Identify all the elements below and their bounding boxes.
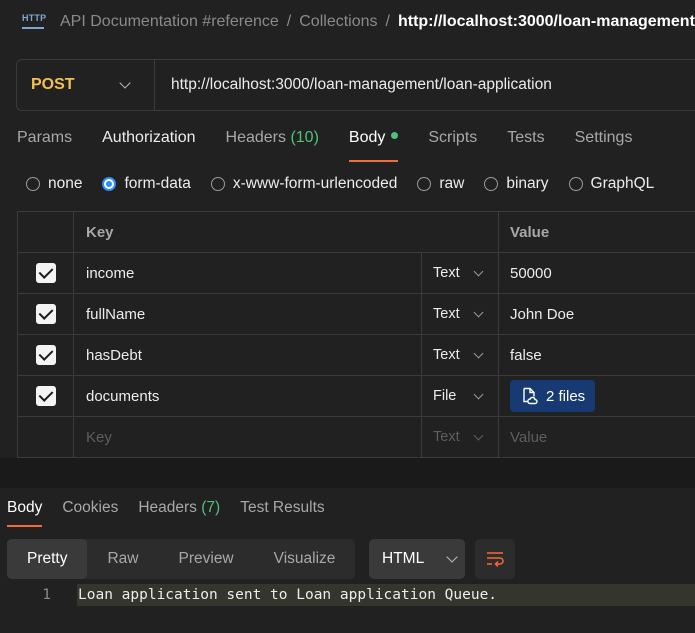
table-row: hasDebt Text false — [17, 335, 695, 376]
code-text[interactable]: Loan application sent to Loan applicatio… — [77, 584, 695, 606]
tab-body[interactable]: Body — [348, 129, 399, 162]
row-key[interactable]: fullName — [86, 306, 145, 323]
row-checkbox[interactable] — [35, 386, 56, 406]
row-key[interactable]: documents — [86, 388, 159, 405]
tab-settings[interactable]: Settings — [575, 129, 633, 154]
file-cloud-icon — [523, 387, 538, 405]
format-preview[interactable]: Preview — [159, 539, 254, 579]
response-tab-test-results[interactable]: Test Results — [240, 499, 324, 517]
new-type-select[interactable]: Text — [421, 417, 498, 457]
row-type-select[interactable]: Text — [421, 294, 498, 334]
breadcrumb-current-request[interactable]: http://localhost:3000/loan-management/ — [398, 13, 695, 31]
language-select[interactable]: HTML — [369, 539, 465, 579]
chevron-down-icon — [473, 266, 484, 276]
body-type-radio-group: none form-data x-www-form-urlencoded raw… — [26, 175, 674, 193]
radio-none[interactable]: none — [26, 175, 82, 193]
breadcrumb-item-api-docs[interactable]: API Documentation #reference — [60, 13, 279, 31]
radio-form-data[interactable]: form-data — [102, 175, 191, 193]
method-label: POST — [31, 76, 75, 93]
table-header-row: Key Value — [17, 212, 695, 253]
request-bar: POST http://localhost:3000/loan-manageme… — [16, 59, 695, 111]
files-button[interactable]: 2 files — [510, 380, 596, 412]
wrap-lines-icon — [487, 552, 504, 568]
table-row: fullName Text John Doe — [17, 294, 695, 335]
response-headers-count: (7) — [201, 499, 221, 516]
chevron-down-icon — [473, 430, 484, 440]
response-code-line: 1 Loan application sent to Loan applicat… — [0, 584, 695, 606]
tab-params[interactable]: Params — [17, 129, 72, 154]
row-key[interactable]: hasDebt — [86, 347, 142, 364]
table-row: documents File 2 files — [17, 376, 695, 417]
column-header-value: Value — [498, 212, 695, 252]
files-count-label: 2 files — [546, 387, 586, 405]
chevron-down-icon — [473, 348, 484, 358]
response-tab-headers[interactable]: Headers (7) — [138, 499, 220, 517]
tab-headers[interactable]: Headers (10) — [226, 129, 319, 154]
url-input[interactable]: http://localhost:3000/loan-management/lo… — [155, 76, 552, 94]
radio-graphql[interactable]: GraphQL — [568, 175, 654, 193]
language-label: HTML — [382, 550, 425, 567]
row-checkbox[interactable] — [35, 304, 56, 324]
tab-authorization[interactable]: Authorization — [102, 129, 195, 154]
radio-raw[interactable]: raw — [417, 175, 464, 193]
response-tab-cookies[interactable]: Cookies — [62, 499, 118, 517]
radio-binary[interactable]: binary — [484, 175, 549, 193]
new-value-input[interactable]: Value — [510, 429, 547, 446]
row-type-select[interactable]: Text — [421, 335, 498, 375]
line-number: 1 — [42, 587, 51, 603]
request-tabs: Params Authorization Headers (10) Body S… — [17, 129, 662, 162]
row-value[interactable]: false — [510, 347, 542, 364]
form-data-table: Key Value income Text 50000 fullName Tex… — [17, 211, 695, 458]
row-checkbox[interactable] — [35, 345, 56, 365]
response-tabs: Body Cookies Headers (7) Test Results — [7, 499, 345, 527]
headers-count: (10) — [290, 129, 319, 146]
row-value[interactable]: 50000 — [510, 265, 552, 282]
new-key-input[interactable]: Key — [86, 429, 112, 446]
wrap-lines-button[interactable] — [475, 539, 515, 579]
pane-divider[interactable] — [0, 458, 695, 488]
response-format-switch: Pretty Raw Preview Visualize — [7, 539, 356, 579]
row-value[interactable]: John Doe — [510, 306, 574, 323]
row-checkbox[interactable] — [35, 263, 56, 283]
row-key[interactable]: income — [86, 265, 134, 282]
chevron-down-icon — [473, 307, 484, 317]
breadcrumb-separator: / — [286, 13, 292, 30]
response-tab-body[interactable]: Body — [7, 499, 43, 527]
chevron-down-icon — [119, 76, 131, 89]
breadcrumb-item-collections[interactable]: Collections — [299, 13, 377, 31]
format-visualize[interactable]: Visualize — [254, 539, 356, 579]
radio-x-www-form-urlencoded[interactable]: x-www-form-urlencoded — [210, 175, 397, 193]
chevron-down-icon — [473, 389, 484, 399]
chevron-down-icon — [446, 550, 458, 563]
breadcrumb: HTTP API Documentation #reference / Coll… — [22, 10, 695, 34]
table-row-new: Key Text Value — [17, 417, 695, 458]
method-select[interactable]: POST — [17, 60, 155, 110]
table-row: income Text 50000 — [17, 253, 695, 294]
row-type-select[interactable]: Text — [421, 253, 498, 293]
tab-scripts[interactable]: Scripts — [428, 129, 477, 154]
body-indicator-dot — [391, 132, 399, 140]
column-header-key: Key — [73, 212, 498, 252]
format-pretty[interactable]: Pretty — [7, 539, 88, 579]
row-type-select[interactable]: File — [421, 376, 498, 416]
tab-tests[interactable]: Tests — [507, 129, 544, 154]
format-raw[interactable]: Raw — [87, 539, 158, 579]
http-icon: HTTP — [22, 13, 46, 31]
breadcrumb-separator: / — [385, 13, 390, 30]
